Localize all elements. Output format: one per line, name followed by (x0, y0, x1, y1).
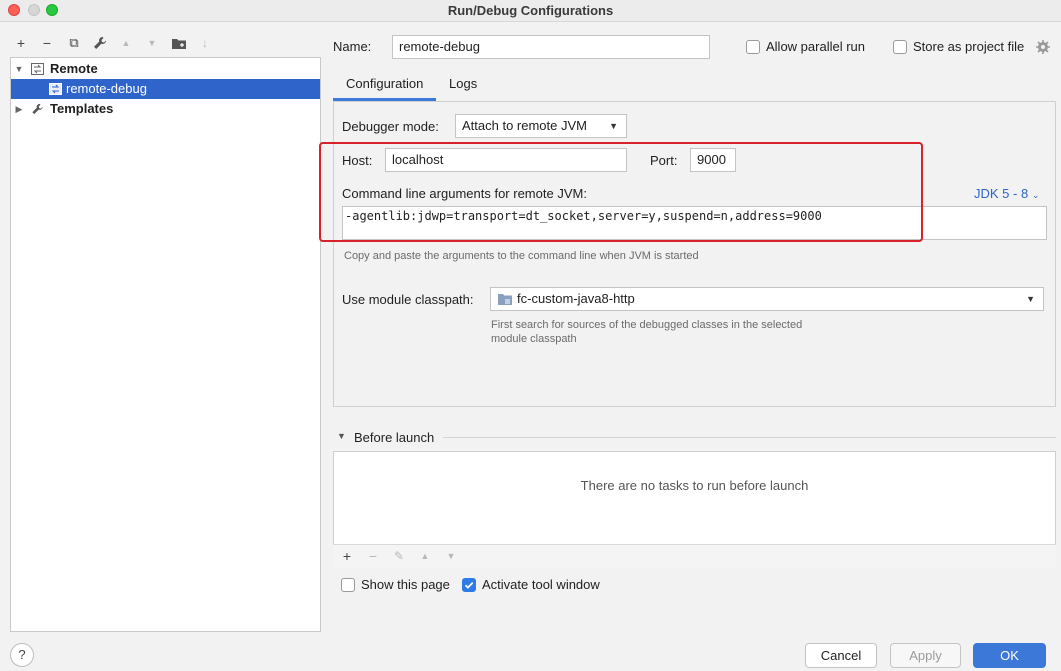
move-up-icon[interactable]: ▲ (117, 33, 135, 53)
minimize-window-button[interactable] (28, 4, 40, 16)
allow-parallel-label: Allow parallel run (766, 39, 865, 54)
tab-configuration[interactable]: Configuration (333, 70, 436, 101)
chevron-down-icon: ▼ (1026, 294, 1035, 304)
remove-icon[interactable]: − (38, 33, 56, 53)
edit-task-icon[interactable]: ✎ (390, 546, 408, 566)
add-task-icon[interactable]: + (338, 546, 356, 566)
jdk-version-label: JDK 5 - 8 (974, 186, 1029, 201)
highlight-box (319, 142, 923, 242)
gear-icon[interactable] (1036, 40, 1050, 54)
sort-icon[interactable]: ↓ (196, 33, 214, 53)
window-titlebar: Run/Debug Configurations (0, 0, 1061, 22)
activate-tool-window-label: Activate tool window (482, 577, 600, 592)
name-input[interactable]: remote-debug (392, 35, 710, 59)
module-classpath-select[interactable]: fc-custom-java8-http ▼ (490, 287, 1044, 311)
module-folder-icon (498, 294, 512, 305)
show-page-label: Show this page (361, 577, 450, 592)
tree-item-remote-debug[interactable]: remote-debug (11, 79, 320, 99)
configurations-tree: ▼ Remote remote-debug ▶ Templates (10, 57, 321, 632)
copy-icon[interactable]: ⧉ (65, 33, 83, 53)
debugger-mode-label: Debugger mode: (342, 119, 439, 134)
jdk-version-dropdown[interactable]: JDK 5 - 8 ⌄ (974, 186, 1039, 201)
remove-task-icon[interactable]: − (364, 546, 382, 566)
activate-tool-window-checkbox[interactable] (462, 578, 476, 592)
store-project-checkbox[interactable] (893, 40, 907, 54)
remote-config-icon (31, 63, 44, 75)
show-page-checkbox[interactable] (341, 578, 355, 592)
move-task-up-icon[interactable]: ▲ (416, 546, 434, 566)
tree-item-remote[interactable]: ▼ Remote (11, 59, 320, 79)
tree-label-remote: Remote (50, 61, 98, 76)
store-project-label: Store as project file (913, 39, 1025, 54)
tab-logs[interactable]: Logs (449, 70, 489, 101)
allow-parallel-checkbox[interactable] (746, 40, 760, 54)
move-down-icon[interactable]: ▼ (143, 33, 161, 53)
name-label: Name: (333, 39, 372, 54)
debugger-mode-select[interactable]: Attach to remote JVM ▼ (455, 114, 627, 138)
folder-icon[interactable] (170, 33, 188, 53)
ok-button[interactable]: OK (973, 643, 1046, 668)
wrench-icon (32, 103, 43, 115)
before-launch-collapse-icon[interactable]: ▼ (337, 431, 346, 441)
before-launch-empty-text: There are no tasks to run before launch (580, 478, 809, 493)
tree-label-templates: Templates (50, 101, 114, 116)
tree-label-remote-debug: remote-debug (66, 81, 147, 96)
cancel-button[interactable]: Cancel (805, 643, 877, 668)
apply-button[interactable]: Apply (890, 643, 961, 668)
window-title: Run/Debug Configurations (447, 3, 614, 18)
add-icon[interactable]: + (12, 33, 30, 53)
checkmark-icon (464, 581, 474, 589)
collapse-arrow-icon[interactable]: ▶ (13, 99, 25, 119)
module-hint-line1: First search for sources of the debugged… (491, 319, 803, 331)
wrench-icon[interactable] (91, 33, 109, 53)
remote-config-icon (49, 83, 62, 95)
module-classpath-value: fc-custom-java8-http (517, 291, 635, 306)
before-launch-toolbar: + − ✎ ▲ ▼ (333, 544, 1056, 568)
before-launch-title: Before launch (354, 430, 435, 445)
before-launch-divider (443, 437, 1056, 438)
move-task-down-icon[interactable]: ▼ (442, 546, 460, 566)
tree-item-templates[interactable]: ▶ Templates (11, 99, 320, 119)
expand-arrow-icon[interactable]: ▼ (13, 59, 25, 79)
module-hint-line2: module classpath (491, 333, 577, 345)
zoom-window-button[interactable] (46, 4, 58, 16)
close-window-button[interactable] (8, 4, 20, 16)
module-classpath-label: Use module classpath: (342, 292, 474, 307)
cmd-args-hint: Copy and paste the arguments to the comm… (344, 250, 699, 262)
debugger-mode-value: Attach to remote JVM (462, 118, 587, 133)
help-button[interactable]: ? (10, 643, 34, 667)
chevron-down-icon: ▼ (609, 121, 618, 131)
chevron-down-icon: ⌄ (1031, 190, 1040, 200)
